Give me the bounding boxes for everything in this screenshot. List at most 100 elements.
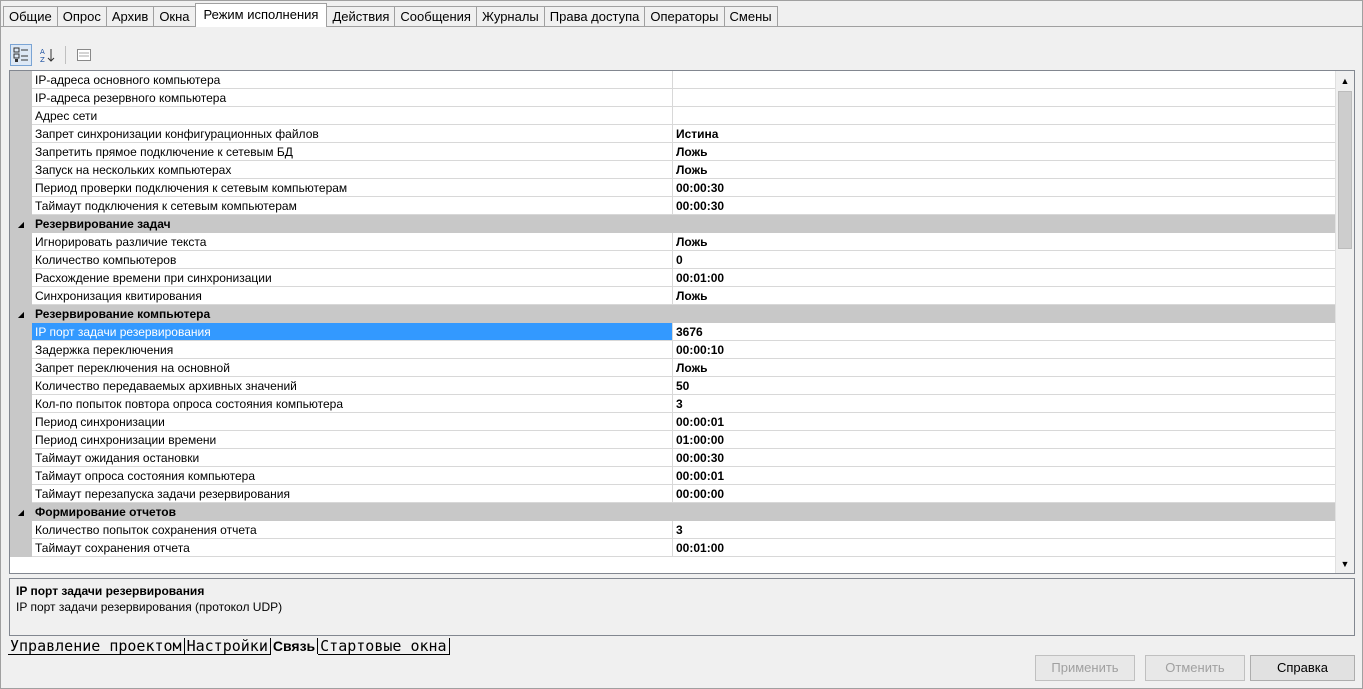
cancel-button[interactable]: Отменить	[1145, 655, 1245, 681]
row-gutter	[10, 89, 32, 107]
property-value[interactable]: 0	[673, 251, 1335, 269]
property-row[interactable]: Адрес сети	[10, 107, 1335, 125]
property-value[interactable]	[673, 107, 1335, 125]
property-value[interactable]: 00:00:30	[673, 449, 1335, 467]
row-gutter	[10, 449, 32, 467]
property-value[interactable]: 00:01:00	[673, 539, 1335, 557]
property-value[interactable]: 50	[673, 377, 1335, 395]
row-gutter	[10, 413, 32, 431]
vertical-scrollbar[interactable]: ▲ ▼	[1335, 71, 1354, 573]
property-row[interactable]: IP-адреса резервного компьютера	[10, 89, 1335, 107]
property-row[interactable]: Таймаут опроса состояния компьютера 00:00…	[10, 467, 1335, 485]
property-value[interactable]	[673, 89, 1335, 107]
tab-8[interactable]: Права доступа	[543, 6, 646, 27]
category-label: Резервирование задач	[35, 217, 171, 231]
category-row[interactable]: ◢ Резервирование компьютера	[10, 305, 1335, 323]
categorized-view-button[interactable]	[10, 44, 32, 66]
property-value[interactable]	[673, 71, 1335, 89]
property-row[interactable]: Количество попыток сохранения отчета 3	[10, 521, 1335, 539]
property-value[interactable]: 00:00:10	[673, 341, 1335, 359]
property-grid-rows: IP-адреса основного компьютера IP-адреса …	[10, 71, 1335, 557]
property-value[interactable]: Истина	[673, 125, 1335, 143]
property-name: Кол-по попыток повтора опроса состояния …	[32, 395, 673, 413]
tab-4[interactable]: Режим исполнения	[194, 3, 328, 27]
property-row[interactable]: Количество компьютеров 0	[10, 251, 1335, 269]
category-row[interactable]: ◢ Резервирование задач	[10, 215, 1335, 233]
apply-button[interactable]: Применить	[1035, 655, 1135, 681]
collapse-icon[interactable]: ◢	[10, 215, 32, 233]
property-value[interactable]: Ложь	[673, 233, 1335, 251]
bottom-tab-0[interactable]: Управление проектом	[8, 638, 185, 655]
bottom-tab-2[interactable]: Связь	[271, 638, 319, 654]
property-value[interactable]: 00:00:00	[673, 485, 1335, 503]
row-gutter	[10, 467, 32, 485]
tab-1[interactable]: Опрос	[56, 6, 107, 27]
property-row[interactable]: Запуск на нескольких компьютерах Ложь	[10, 161, 1335, 179]
category-label: Формирование отчетов	[35, 505, 176, 519]
property-row[interactable]: Количество передаваемых архивных значени…	[10, 377, 1335, 395]
tab-10[interactable]: Смены	[723, 6, 778, 27]
row-gutter	[10, 143, 32, 161]
property-row[interactable]: IP порт задачи резервирования 3676	[10, 323, 1335, 341]
svg-text:Z: Z	[40, 56, 45, 63]
property-value[interactable]: 3	[673, 521, 1335, 539]
row-gutter	[10, 251, 32, 269]
alphabetical-sort-button[interactable]: A Z	[36, 44, 58, 66]
property-pages-button[interactable]	[73, 44, 95, 66]
tab-7[interactable]: Журналы	[475, 6, 545, 27]
property-value[interactable]: Ложь	[673, 161, 1335, 179]
property-value[interactable]: 00:01:00	[673, 269, 1335, 287]
tab-6[interactable]: Сообщения	[394, 6, 477, 27]
property-row[interactable]: Период синхронизации времени 01:00:00	[10, 431, 1335, 449]
property-row[interactable]: Расхождение времени при синхронизации 00:…	[10, 269, 1335, 287]
property-row[interactable]: Запретить прямое подключение к сетевым Б…	[10, 143, 1335, 161]
collapse-icon[interactable]: ◢	[10, 503, 32, 521]
property-value[interactable]: 3676	[673, 323, 1335, 341]
tab-2[interactable]: Архив	[105, 6, 155, 27]
property-value[interactable]: Ложь	[673, 359, 1335, 377]
property-row[interactable]: Задержка переключения 00:00:10	[10, 341, 1335, 359]
property-row[interactable]: Синхронизация квитирования Ложь	[10, 287, 1335, 305]
property-row[interactable]: Игнорировать различие текста Ложь	[10, 233, 1335, 251]
row-gutter	[10, 395, 32, 413]
bottom-tab-3[interactable]: Стартовые окна	[318, 638, 450, 655]
property-name: Расхождение времени при синхронизации	[32, 269, 673, 287]
property-value[interactable]: 01:00:00	[673, 431, 1335, 449]
property-value[interactable]: 00:00:01	[673, 413, 1335, 431]
property-row[interactable]: Период проверки подключения к сетевым ко…	[10, 179, 1335, 197]
property-row[interactable]: Кол-по попыток повтора опроса состояния …	[10, 395, 1335, 413]
tab-0[interactable]: Общие	[3, 6, 58, 27]
property-value[interactable]: 00:00:01	[673, 467, 1335, 485]
collapse-icon[interactable]: ◢	[10, 305, 32, 323]
description-title: IP порт задачи резервирования	[16, 584, 205, 598]
property-row[interactable]: Таймаут подключения к сетевым компьютера…	[10, 197, 1335, 215]
property-value[interactable]: 00:00:30	[673, 179, 1335, 197]
property-row[interactable]: Запрет переключения на основной Ложь	[10, 359, 1335, 377]
property-value[interactable]: 3	[673, 395, 1335, 413]
tab-5[interactable]: Действия	[326, 6, 396, 27]
tab-3[interactable]: Окна	[153, 6, 196, 27]
property-row[interactable]: Таймаут сохранения отчета 00:01:00	[10, 539, 1335, 557]
row-gutter	[10, 377, 32, 395]
property-row[interactable]: IP-адреса основного компьютера	[10, 71, 1335, 89]
scroll-up-icon[interactable]: ▲	[1336, 72, 1354, 89]
category-row[interactable]: ◢ Формирование отчетов	[10, 503, 1335, 521]
help-button[interactable]: Справка	[1250, 655, 1355, 681]
property-name: Запрет синхронизации конфигурационных фа…	[32, 125, 673, 143]
row-gutter	[10, 269, 32, 287]
scroll-down-icon[interactable]: ▼	[1336, 555, 1354, 572]
property-row[interactable]: Таймаут перезапуска задачи резервировани…	[10, 485, 1335, 503]
property-name: Игнорировать различие текста	[32, 233, 673, 251]
property-value[interactable]: Ложь	[673, 287, 1335, 305]
bottom-tab-1[interactable]: Настройки	[184, 638, 271, 655]
scrollbar-thumb[interactable]	[1338, 91, 1352, 249]
property-row[interactable]: Период синхронизации 00:00:01	[10, 413, 1335, 431]
property-value[interactable]: Ложь	[673, 143, 1335, 161]
row-gutter	[10, 179, 32, 197]
row-gutter	[10, 197, 32, 215]
property-row[interactable]: Запрет синхронизации конфигурационных фа…	[10, 125, 1335, 143]
property-row[interactable]: Таймаут ожидания остановки 00:00:30	[10, 449, 1335, 467]
tab-9[interactable]: Операторы	[644, 6, 725, 27]
row-gutter	[10, 359, 32, 377]
property-value[interactable]: 00:00:30	[673, 197, 1335, 215]
